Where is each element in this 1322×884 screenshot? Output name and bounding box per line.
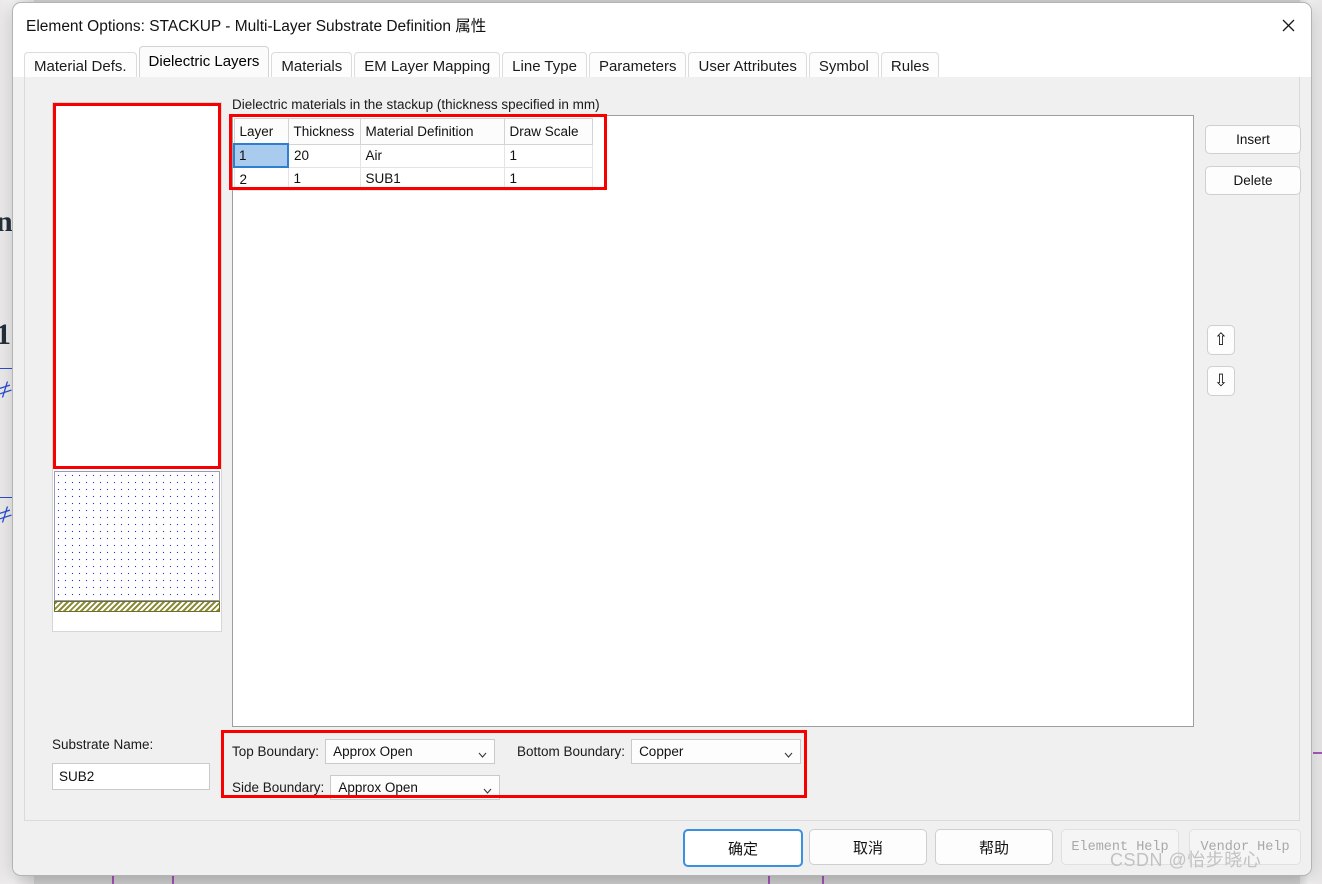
close-icon — [1281, 18, 1296, 33]
close-button[interactable] — [1265, 3, 1311, 47]
tab-rules[interactable]: Rules — [880, 52, 940, 80]
tab-em-layer-mapping[interactable]: EM Layer Mapping — [354, 52, 501, 80]
tab-list: Material Defs. Dielectric Layers Materials… — [24, 46, 941, 80]
side-boundary-select[interactable]: Approx Open — [330, 775, 501, 800]
table-row[interactable]: 2 1 SUB1 1 — [233, 166, 593, 191]
bottom-boundary-row: Bottom Boundary: Copper — [517, 739, 802, 764]
cell-thickness[interactable]: 1 — [287, 166, 361, 191]
cell-draw-scale[interactable]: 1 — [503, 143, 593, 168]
substrate-name-input[interactable] — [52, 763, 210, 790]
substrate-name-label: Substrate Name: — [52, 737, 154, 752]
dielectric-layers-panel: Dielectric materials in the stackup (thi… — [24, 77, 1301, 821]
help-button[interactable]: 帮助 — [935, 829, 1053, 865]
layers-grid-container — [232, 115, 1194, 727]
chevron-down-icon — [483, 783, 492, 794]
delete-button[interactable]: Delete — [1205, 166, 1301, 195]
column-header-draw-scale[interactable]: Draw Scale — [503, 118, 593, 145]
arrow-up-icon: ⇧ — [1213, 329, 1229, 350]
chevron-down-icon — [784, 747, 793, 758]
dialog-title: Element Options: STACKUP - Multi-Layer S… — [26, 18, 487, 35]
cell-layer[interactable]: 2 — [233, 166, 289, 191]
dialog-footer: 确定 取消 帮助 Element Help Vendor Help — [13, 821, 1311, 874]
top-boundary-label: Top Boundary: — [232, 744, 320, 759]
chevron-down-icon — [478, 747, 487, 758]
element-help-button: Element Help — [1061, 829, 1179, 865]
element-options-dialog: Element Options: STACKUP - Multi-Layer S… — [12, 2, 1312, 876]
table-row[interactable]: 1 20 Air 1 — [233, 143, 593, 168]
grid-caption: Dielectric materials in the stackup (thi… — [232, 97, 600, 112]
top-boundary-row: Top Boundary: Approx Open — [232, 739, 496, 764]
tab-material-defs[interactable]: Material Defs. — [24, 52, 137, 80]
tab-materials[interactable]: Materials — [271, 52, 353, 80]
side-boundary-value: Approx Open — [338, 780, 418, 795]
move-up-button[interactable]: ⇧ — [1207, 325, 1235, 355]
cell-layer[interactable]: 1 — [233, 143, 289, 168]
cell-thickness[interactable]: 20 — [287, 143, 361, 168]
insert-button[interactable]: Insert — [1205, 125, 1301, 154]
column-header-thickness[interactable]: Thickness — [287, 118, 361, 145]
tab-line-type[interactable]: Line Type — [502, 52, 587, 80]
tab-user-attributes[interactable]: User Attributes — [688, 52, 807, 80]
background-guide-line — [1313, 752, 1322, 754]
cell-draw-scale[interactable]: 1 — [503, 166, 593, 191]
top-boundary-select[interactable]: Approx Open — [325, 739, 496, 764]
column-header-layer[interactable]: Layer — [233, 118, 289, 145]
cancel-button[interactable]: 取消 — [809, 829, 927, 865]
ok-button[interactable]: 确定 — [683, 829, 803, 867]
table-header-row: Layer Thickness Material Definition Draw… — [233, 118, 593, 145]
tab-dielectric-layers[interactable]: Dielectric Layers — [138, 46, 270, 77]
tab-strip: Material Defs. Dielectric Layers Materials… — [13, 46, 1311, 80]
side-boundary-label: Side Boundary: — [232, 780, 325, 795]
preview-air-layer-highlight — [53, 103, 221, 469]
arrow-down-icon: ⇩ — [1213, 370, 1229, 391]
cell-material-definition[interactable]: Air — [359, 143, 505, 168]
top-boundary-value: Approx Open — [333, 744, 413, 759]
bottom-boundary-select[interactable]: Copper — [631, 739, 802, 764]
background-ghost-text: n — [0, 205, 13, 238]
side-boundary-row: Side Boundary: Approx Open — [232, 775, 501, 800]
bottom-boundary-value: Copper — [639, 744, 684, 759]
dialog-titlebar: Element Options: STACKUP - Multi-Layer S… — [13, 3, 1311, 47]
tab-parameters[interactable]: Parameters — [588, 52, 687, 80]
tab-symbol[interactable]: Symbol — [808, 52, 879, 80]
background-ghost-text: 1 — [0, 318, 11, 351]
preview-copper-bottom-boundary — [54, 601, 220, 612]
column-header-material-definition[interactable]: Material Definition — [359, 118, 505, 145]
move-down-button[interactable]: ⇩ — [1207, 366, 1235, 396]
vendor-help-button: Vendor Help — [1189, 829, 1301, 865]
stackup-preview — [52, 102, 222, 632]
bottom-boundary-label: Bottom Boundary: — [517, 744, 626, 759]
layers-table[interactable]: Layer Thickness Material Definition Draw… — [233, 118, 593, 191]
preview-sub1-layer — [54, 471, 220, 601]
cell-material-definition[interactable]: SUB1 — [359, 166, 505, 191]
